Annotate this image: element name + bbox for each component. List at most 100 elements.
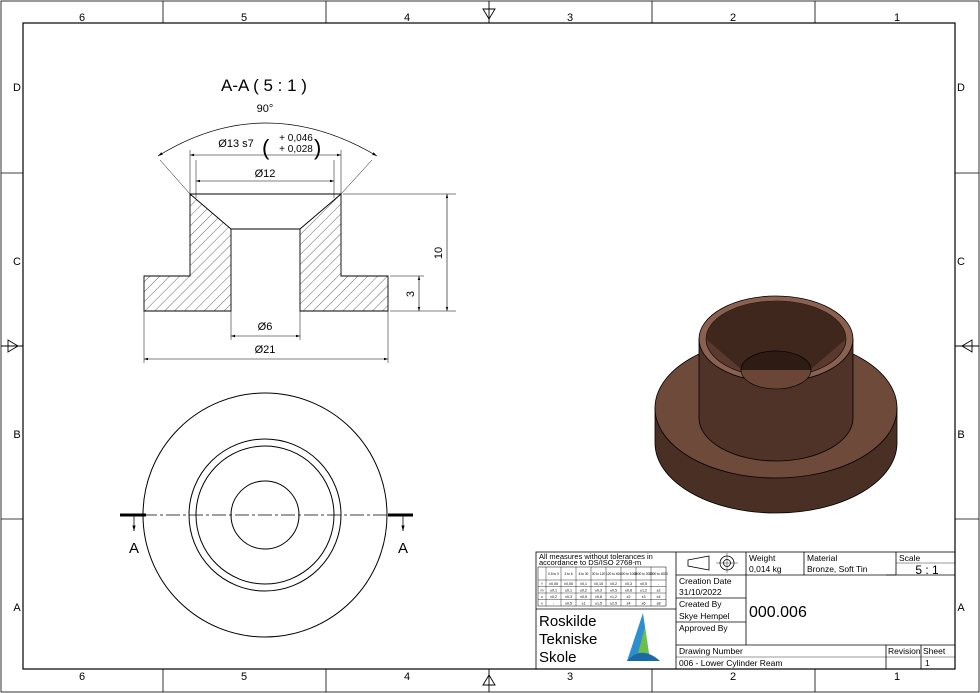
- section-view: A-A ( 5 : 1 ) 90° Ø13 s7 (+ 0,046 + 0,0…: [143, 76, 456, 363]
- tolerance-cell: ±0,5: [565, 601, 572, 605]
- tolerance-cell: ±0,1: [580, 582, 587, 586]
- bore-diameter-dimension: Ø6: [258, 321, 273, 333]
- creation-date-value: 31/10/2022: [679, 587, 722, 597]
- tolerance-header-cell: 30 to 120: [592, 572, 606, 576]
- tolerance-cell: ±0,2: [550, 595, 557, 599]
- revision-label: Revision: [888, 646, 921, 656]
- projection-symbol-icon: [687, 553, 738, 573]
- tolerance-cell: ±1,2: [640, 588, 647, 592]
- col-label: 5: [241, 12, 247, 24]
- created-by-value: Skye Hempel: [679, 611, 730, 621]
- material-value: Bronze, Soft Tin: [807, 564, 868, 574]
- row-label: A: [13, 602, 21, 614]
- tolerance-header-cell: 3 to 6: [565, 572, 573, 576]
- scale-value: 5 : 1: [915, 563, 939, 577]
- tolerance-header-cell: 6 to 30: [579, 572, 589, 576]
- cut-label-left: A: [129, 540, 139, 557]
- drawing-number-value: 006 - Lower Cylinder Ream: [679, 658, 782, 668]
- tolerance-cell: ±4: [657, 595, 661, 599]
- section-half-right: [299, 193, 389, 312]
- height-dimension: 10: [433, 247, 445, 259]
- school-logo-icon: [627, 613, 660, 661]
- iso-view: [654, 295, 898, 514]
- part-number: 000.006: [749, 604, 807, 621]
- tolerance-cell: ±2,5: [610, 601, 617, 605]
- tolerance-bracket-open: (: [262, 135, 270, 160]
- school-name-line3: Skole: [539, 649, 577, 666]
- tolerance-cell: ±8: [657, 601, 661, 605]
- tolerance-cell: ±0,05: [564, 582, 573, 586]
- section-title: A-A ( 5 : 1 ): [221, 76, 307, 95]
- row-label: D: [13, 82, 21, 94]
- col-label: 5: [241, 671, 247, 683]
- tolerance-cell: ±0,3: [565, 595, 572, 599]
- tolerance-cell: ±1: [582, 601, 586, 605]
- col-label: 3: [567, 671, 573, 683]
- tolerance-cell: ±0,15: [594, 582, 603, 586]
- cut-label-right: A: [398, 540, 408, 557]
- tolerance-cell: ±0,3: [625, 582, 632, 586]
- tolerance-cell: ±2: [627, 595, 631, 599]
- tolerance-cell: ±0,5: [640, 582, 647, 586]
- col-label: 6: [79, 671, 85, 683]
- tolerance-cell: ±6: [642, 601, 646, 605]
- tolerance-cell: ±0,2: [610, 582, 617, 586]
- tolerance-cell: -: [553, 601, 555, 605]
- col-label: 2: [730, 671, 736, 683]
- tolerance-cell: -: [658, 582, 660, 586]
- col-label: 6: [79, 12, 85, 24]
- row-label: A: [957, 602, 965, 614]
- base-diameter-dimension: Ø21: [255, 344, 276, 356]
- tolerance-cell: ±1,2: [610, 595, 617, 599]
- tolerance-cell: ±0,3: [595, 588, 602, 592]
- tolerance-cell: ±3: [642, 595, 646, 599]
- sheet-value: 1: [925, 658, 930, 668]
- tolerance-cell: ±0,5: [580, 595, 587, 599]
- approved-by-label: Approved By: [679, 623, 728, 633]
- tolerance-table: 0,5 to 3 3 to 6 6 to 30 30 to 120 120 to 400…: [537, 566, 668, 607]
- drawing-sheet: 6 5 4 3 2 1 6 5 4 3 2 1 D C B A D C B A …: [0, 0, 980, 693]
- tolerance-cell: ±0,8: [595, 595, 602, 599]
- tolerance-cell: ±4: [627, 601, 631, 605]
- tolerance-cell: ±1,5: [595, 601, 602, 605]
- tolerance-bracket-close: ): [314, 135, 321, 160]
- creation-date-label: Creation Date: [679, 576, 732, 586]
- weight-label: Weight: [749, 553, 776, 563]
- top-view: A A: [120, 392, 413, 638]
- tolerance-header-cell: 0,5 to 3: [548, 572, 559, 576]
- col-label: 2: [730, 12, 736, 24]
- created-by-label: Created By: [679, 599, 722, 609]
- tolerance-lower: + 0,028: [279, 144, 313, 155]
- sheet-label: Sheet: [923, 646, 946, 656]
- section-half-left: [143, 193, 232, 312]
- tolerance-header-cell: 120 to 400: [606, 572, 621, 576]
- row-label: D: [957, 82, 965, 94]
- col-label: 3: [567, 12, 573, 24]
- tolerance-cell: v: [541, 601, 543, 605]
- col-label: 4: [404, 12, 410, 24]
- tolerance-cell: m: [541, 588, 544, 592]
- row-label: C: [957, 256, 965, 268]
- angle-dimension: 90°: [257, 103, 274, 115]
- tolerance-header-cell: 2000 to 4000: [649, 572, 668, 576]
- school-name-line1: Roskilde: [539, 613, 597, 630]
- tolerance-cell: ±0,2: [580, 588, 587, 592]
- tolerance-note-2: accordance to DS/ISO 2768-m: [539, 558, 641, 567]
- tolerance-cell: ±0,8: [625, 588, 632, 592]
- tolerance-cell: ±0,1: [550, 588, 557, 592]
- tolerance-cell: ±0,5: [610, 588, 617, 592]
- tolerance-cell: ±2: [657, 588, 661, 592]
- title-block-text: Weight 0,014 kg Material Bronze, Soft Ti…: [539, 553, 946, 668]
- tolerance-cell: c: [541, 595, 543, 599]
- fit-dimension: Ø13 s7: [218, 138, 253, 150]
- flange-dimension: 3: [405, 291, 417, 297]
- weight-value: 0,014 kg: [749, 564, 782, 574]
- tolerance-upper: + 0,046: [279, 133, 313, 144]
- material-label: Material: [807, 553, 837, 563]
- row-label: B: [957, 429, 964, 441]
- drawing-number-label: Drawing Number: [679, 646, 743, 656]
- row-label: B: [13, 429, 20, 441]
- tolerance-cell: ±0,1: [565, 588, 572, 592]
- scale-label: Scale: [899, 553, 921, 563]
- top-diameter-dimension: Ø12: [255, 168, 276, 180]
